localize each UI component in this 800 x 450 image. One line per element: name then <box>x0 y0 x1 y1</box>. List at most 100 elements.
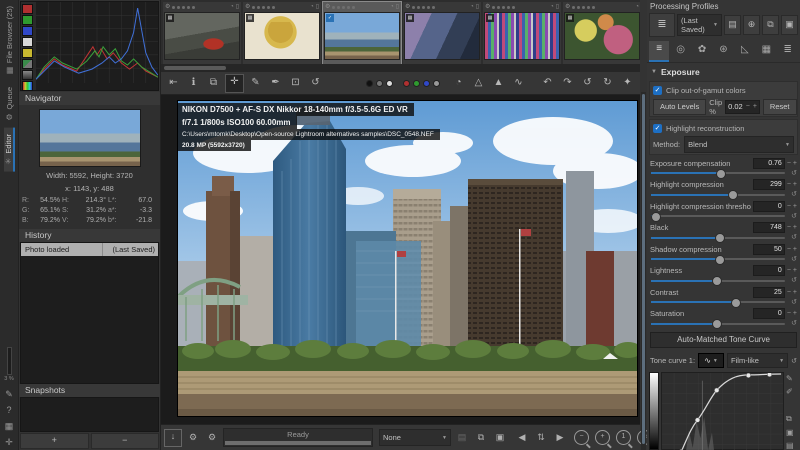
filmstrip-scrollbar-thumb[interactable] <box>164 66 226 70</box>
filmstrip-thumb-idea[interactable]: ⚙◔▯ ▦ <box>243 2 321 64</box>
slider-reset-icon[interactable]: ↺ <box>791 298 797 306</box>
slider-thumb[interactable] <box>731 298 741 308</box>
histogram-raw-button[interactable] <box>22 81 33 91</box>
channel-luma-button[interactable] <box>433 80 440 87</box>
auto-matched-tone-curve-button[interactable]: Auto-Matched Tone Curve <box>650 332 797 348</box>
slider-value[interactable]: 25 <box>753 287 785 298</box>
thumb-clock-icon[interactable]: ◔ <box>550 3 554 12</box>
histogram-green-button[interactable] <box>22 15 33 25</box>
bg-color-white-button[interactable] <box>386 80 393 87</box>
paste-profile-button[interactable]: ▣ <box>781 15 798 35</box>
tab-metadata[interactable]: ≣ <box>778 41 798 60</box>
image-canvas[interactable]: NIKON D7500 + AF-S DX Nikkor 18-140mm f/… <box>161 95 640 424</box>
slider-minus[interactable]: − <box>787 310 791 317</box>
slider-plus[interactable]: + <box>793 203 797 210</box>
next-image-button[interactable]: ▶ <box>552 430 568 446</box>
slider-value[interactable]: 748 <box>753 222 785 233</box>
tab-editor[interactable]: ✳ Editor <box>4 128 15 172</box>
swap-image-button[interactable]: ⇅ <box>533 430 549 446</box>
slider-plus[interactable]: + <box>793 246 797 253</box>
slider-value[interactable]: 0 <box>753 265 785 276</box>
zoom-out-button[interactable]: − <box>574 430 589 445</box>
slider-thumb[interactable] <box>728 190 738 200</box>
slider-track-area[interactable]: ↺ <box>650 169 797 178</box>
shadow-clip-indicator-button[interactable]: △ <box>470 75 487 92</box>
help-icon[interactable]: ? <box>6 405 11 415</box>
filmstrip-thumb-racecar[interactable]: ⚙◔▯ ▦ <box>163 2 241 64</box>
undo-all-button[interactable]: ↺ <box>579 75 596 92</box>
slider-plus[interactable]: + <box>793 160 797 167</box>
curve-paste-icon[interactable]: ▣ <box>786 428 798 437</box>
slider-value[interactable]: 299 <box>753 179 785 190</box>
filmstrip-thumb-skyline-selected[interactable]: ⚙◔▯ ✓ <box>323 2 401 64</box>
channel-blue-button[interactable] <box>423 80 430 87</box>
auto-levels-button[interactable]: Auto Levels <box>653 99 706 115</box>
slider-track-area[interactable]: ↺ <box>650 255 797 264</box>
save-profile-button[interactable]: ⊕ <box>743 15 760 35</box>
histogram-red-button[interactable] <box>22 4 33 14</box>
slider-thumb[interactable] <box>715 255 725 265</box>
thumb-trash-icon[interactable]: ▯ <box>396 3 399 12</box>
photo-preview[interactable]: NIKON D7500 + AF-S DX Nikkor 18-140mm f/… <box>177 100 638 417</box>
zoom-100-button[interactable]: 1 <box>616 430 631 445</box>
thumb-clock-icon[interactable]: ◔ <box>390 3 394 12</box>
crop-tool-button[interactable]: ⊡ <box>287 75 304 92</box>
highlight-reconstruction-checkbox[interactable]: ✓ <box>653 124 662 133</box>
thumb-trash-icon[interactable]: ▯ <box>476 3 479 12</box>
slider-minus[interactable]: − <box>787 160 791 167</box>
info-button[interactable]: ℹ <box>185 75 202 92</box>
slider-minus[interactable]: − <box>787 224 791 231</box>
thumb-profile-icon[interactable]: ⚙ <box>485 3 490 12</box>
thumb-profile-icon[interactable]: ⚙ <box>325 3 330 12</box>
thumb-clock-icon[interactable]: ◔ <box>230 3 234 12</box>
slider-track-area[interactable]: ↺ <box>650 190 797 199</box>
wb-picker-button[interactable]: ✒ <box>267 75 284 92</box>
slider-value[interactable]: 50 <box>753 244 785 255</box>
tab-exposure[interactable]: ≡ <box>649 41 669 62</box>
profile-select[interactable]: (Last Saved) ▼ <box>677 14 722 36</box>
slider-thumb[interactable] <box>712 276 722 286</box>
filmstrip-thumb-stripes[interactable]: ⚙◔▯ ▦ <box>483 2 561 64</box>
hand-tool-button[interactable]: ✛ <box>225 74 244 93</box>
tab-queue[interactable]: ⚙ Queue <box>5 81 14 128</box>
curve-plot[interactable] <box>661 372 784 450</box>
channel-green-button[interactable] <box>413 80 420 87</box>
tab-detail[interactable]: ◎ <box>670 41 690 60</box>
tone-curve-type-button[interactable]: ∿ ▼ <box>698 353 724 368</box>
slider-thumb[interactable] <box>715 233 725 243</box>
thumb-profile-icon[interactable]: ⚙ <box>165 3 170 12</box>
paste-profile-button[interactable]: ▣ <box>492 430 508 446</box>
histogram-blue-button[interactable] <box>22 26 33 36</box>
slider-plus[interactable]: + <box>793 289 797 296</box>
history-row-photo-loaded[interactable]: Photo loaded (Last Saved) <box>21 243 158 256</box>
slider-reset-icon[interactable]: ↺ <box>791 169 797 177</box>
copy-profile-button[interactable]: ⧉ <box>762 15 779 35</box>
slider-plus[interactable]: + <box>793 181 797 188</box>
pin-before-after-button[interactable]: ✦ <box>619 75 636 92</box>
slider-plus[interactable]: + <box>793 224 797 231</box>
slider-thumb[interactable] <box>716 169 726 179</box>
slider-thumb[interactable] <box>651 212 661 222</box>
strip-zoom-slider[interactable] <box>7 347 12 375</box>
undo-button[interactable]: ↶ <box>539 75 556 92</box>
thumb-profile-icon[interactable]: ⚙ <box>405 3 410 12</box>
slider-value[interactable]: 0 <box>753 201 785 212</box>
histogram-mode-button[interactable] <box>22 59 33 69</box>
slider-minus[interactable]: − <box>787 289 791 296</box>
tab-color[interactable]: ✿ <box>692 41 712 60</box>
slider-value[interactable]: 0 <box>753 308 785 319</box>
thumb-trash-icon[interactable]: ▯ <box>316 3 319 12</box>
method-select[interactable]: Blend ▼ <box>684 136 794 153</box>
navigator-header[interactable]: Navigator <box>19 92 160 105</box>
thumb-clock-icon[interactable]: ◔ <box>310 3 314 12</box>
slider-track-area[interactable]: ↺ <box>650 233 797 242</box>
slider-track-area[interactable]: ↺ <box>650 212 797 221</box>
tools-scrollbar-thumb[interactable] <box>642 94 645 444</box>
thumb-trash-icon[interactable]: ▯ <box>236 3 239 12</box>
tab-transform[interactable]: ◺ <box>735 41 755 60</box>
tools-scrollbar[interactable] <box>641 92 646 450</box>
copy-profile-button[interactable]: ⧉ <box>473 430 489 446</box>
slider-thumb[interactable] <box>712 319 722 329</box>
hide-left-panel-button[interactable]: ⇤ <box>165 75 182 92</box>
histogram-luma-button[interactable] <box>22 37 33 47</box>
